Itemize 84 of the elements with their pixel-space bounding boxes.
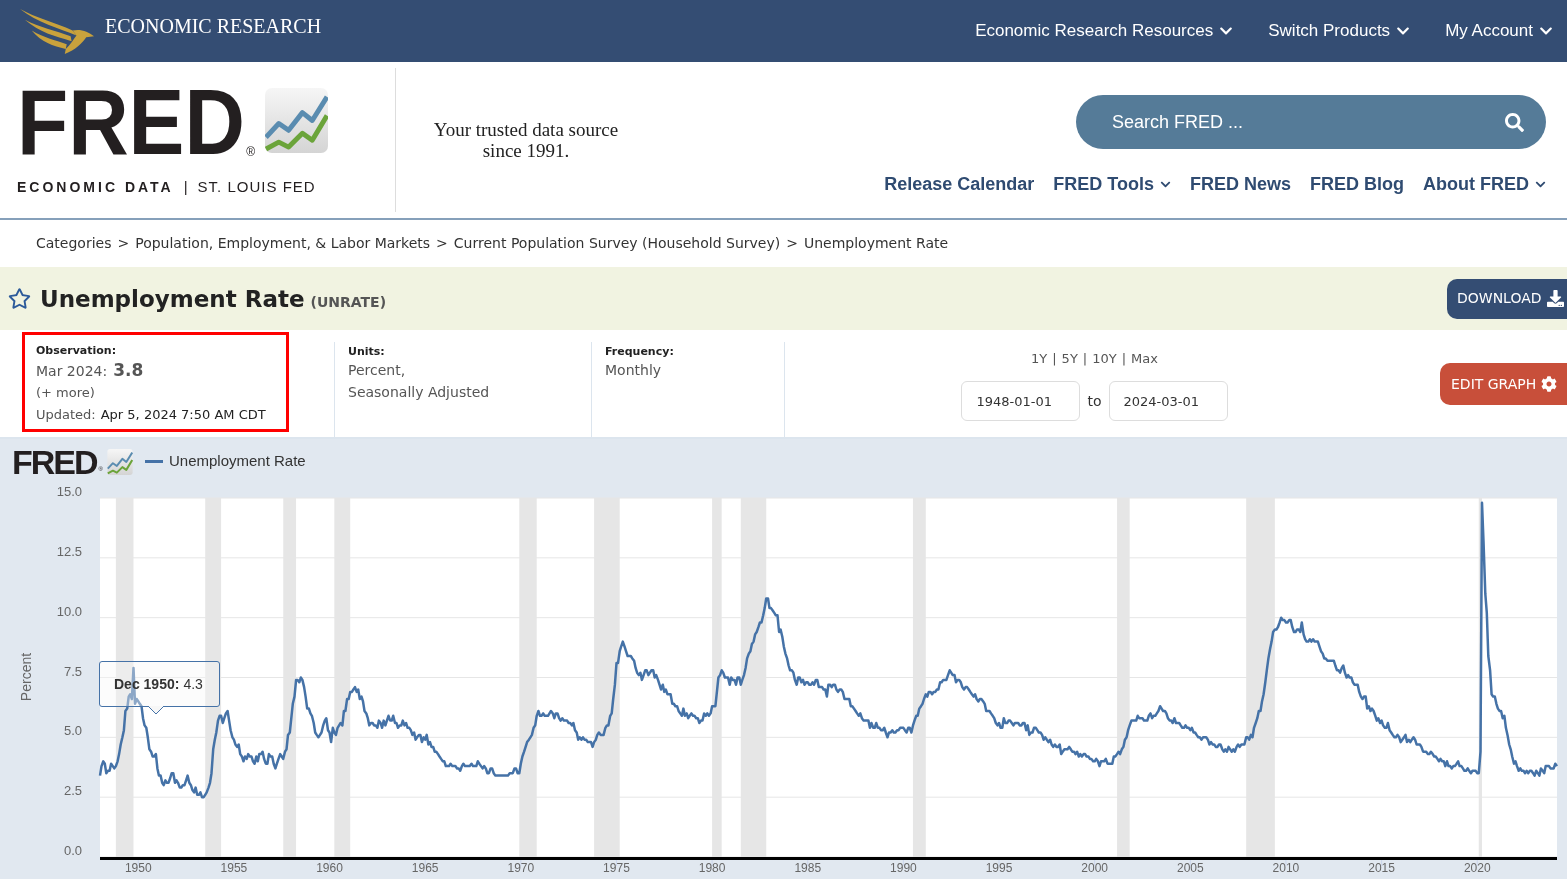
breadcrumb-link[interactable]: Population, Employment, & Labor Markets [135,233,431,254]
breadcrumb-separator: > [436,234,448,253]
x-tick-label: 1985 [794,861,822,875]
legend-label: Unemployment Rate [169,451,306,472]
search-button[interactable] [1504,112,1524,132]
menu-button[interactable]: Economic Research Resources [975,18,1234,44]
nav-link[interactable]: FRED Blog [1310,173,1404,195]
menu-button[interactable]: My Account [1445,18,1553,44]
range-preset-link[interactable]: 5Y [1061,351,1078,367]
breadcrumb-separator: > [786,234,798,253]
observation-date: Mar 2024: [36,362,108,381]
end-date-field[interactable]: 2024-03-01 [1108,381,1228,421]
range-preset-link[interactable]: Max [1131,351,1158,367]
units-value: Percent, [348,361,406,380]
y-tick-label: 0.0 [63,843,82,858]
fred-wordmark: FRED [12,444,98,479]
x-tick-label: 2000 [1081,861,1108,875]
search-field[interactable]: Search FRED ... [1076,95,1546,149]
search-icon [1504,112,1524,132]
logo-subtitle: ECONOMIC DATA [17,179,174,194]
star-icon[interactable] [8,287,31,310]
x-tick-label: 1975 [603,861,630,875]
nav-link[interactable]: FRED News [1190,173,1291,195]
fred-wordmark: FRED [17,76,245,169]
updated-label: Updated: [36,406,96,424]
tooltip-value: 4.3 [183,674,203,694]
x-tick-label: 1965 [411,861,439,875]
line-chart-icon [107,448,133,475]
units-value: Seasonally Adjusted [348,383,490,402]
breadcrumb-current: Unemployment Rate [803,234,949,253]
range-separator: | [1121,351,1127,367]
y-tick-label: 15.0 [56,484,82,499]
x-tick-label: 2020 [1463,861,1491,875]
x-tick-label: 2015 [1368,861,1395,875]
units-label: Units: [348,345,385,359]
bird-logo-icon [20,8,94,54]
range-preset-link[interactable]: 1Y [1031,351,1048,367]
breadcrumb-separator: > [117,234,130,253]
frequency-value: Monthly [605,361,662,380]
line-chart-icon [265,87,328,154]
more-link[interactable]: (+ more) [36,382,95,404]
x-tick-label: 1980 [698,861,726,875]
start-date-field[interactable]: 1948-01-01 [961,381,1081,421]
x-tick-label: 1950 [124,861,152,875]
nav-link[interactable]: FRED Tools [1053,173,1171,195]
x-tick-label: 1955 [220,861,248,875]
tagline: Your trusted data source since 1991. [432,119,620,161]
y-tick-label: 2.5 [63,783,82,799]
updated-date: Apr 5, 2024 7:50 AM CDT [100,406,266,424]
range-separator: | [1082,351,1088,367]
x-tick-label: 1960 [316,861,343,875]
x-tick-label: 2010 [1272,861,1300,875]
brand-name: ECONOMIC RESEARCH [105,16,322,36]
breadcrumb-link[interactable]: Categories [36,233,112,254]
range-preset-link[interactable]: 10Y [1092,351,1117,367]
observation-label: Observation: [36,344,117,358]
observation-value: 3.8 [113,359,144,381]
x-tick-label: 1970 [507,861,535,875]
registered-mark: ® [246,146,255,158]
tooltip-date: Dec 1950: [114,674,180,694]
series-title: Unemployment Rate [40,288,305,311]
gear-icon [1541,376,1558,392]
download-icon [1546,290,1564,307]
frequency-label: Frequency: [605,345,674,359]
y-tick-label: 10.0 [56,603,82,619]
nav-link[interactable]: Release Calendar [884,173,1035,195]
y-tick-label: 7.5 [63,663,82,679]
y-axis-title: Percent [17,652,34,702]
x-tick-label: 2005 [1176,861,1204,875]
y-tick-label: 5.0 [63,723,82,739]
logo-subtitle: ST. LOUIS FED [197,179,316,194]
legend-line-icon [145,460,163,463]
range-separator: | [1052,351,1057,367]
edit-graph-button[interactable]: EDIT GRAPH [1440,363,1567,405]
nav-link[interactable]: About FRED [1423,173,1546,195]
logo-divider: | [183,179,188,194]
series-id: (UNRATE) [310,295,387,309]
breadcrumb-link[interactable]: Current Population Survey (Household Survey) [453,233,781,254]
x-tick-label: 1995 [985,861,1013,875]
y-tick-label: 12.5 [56,543,82,559]
range-to-label: to [1086,391,1103,411]
download-button[interactable]: DOWNLOAD [1447,278,1567,319]
menu-button[interactable]: Switch Products [1268,18,1411,44]
x-tick-label: 1990 [890,861,917,875]
